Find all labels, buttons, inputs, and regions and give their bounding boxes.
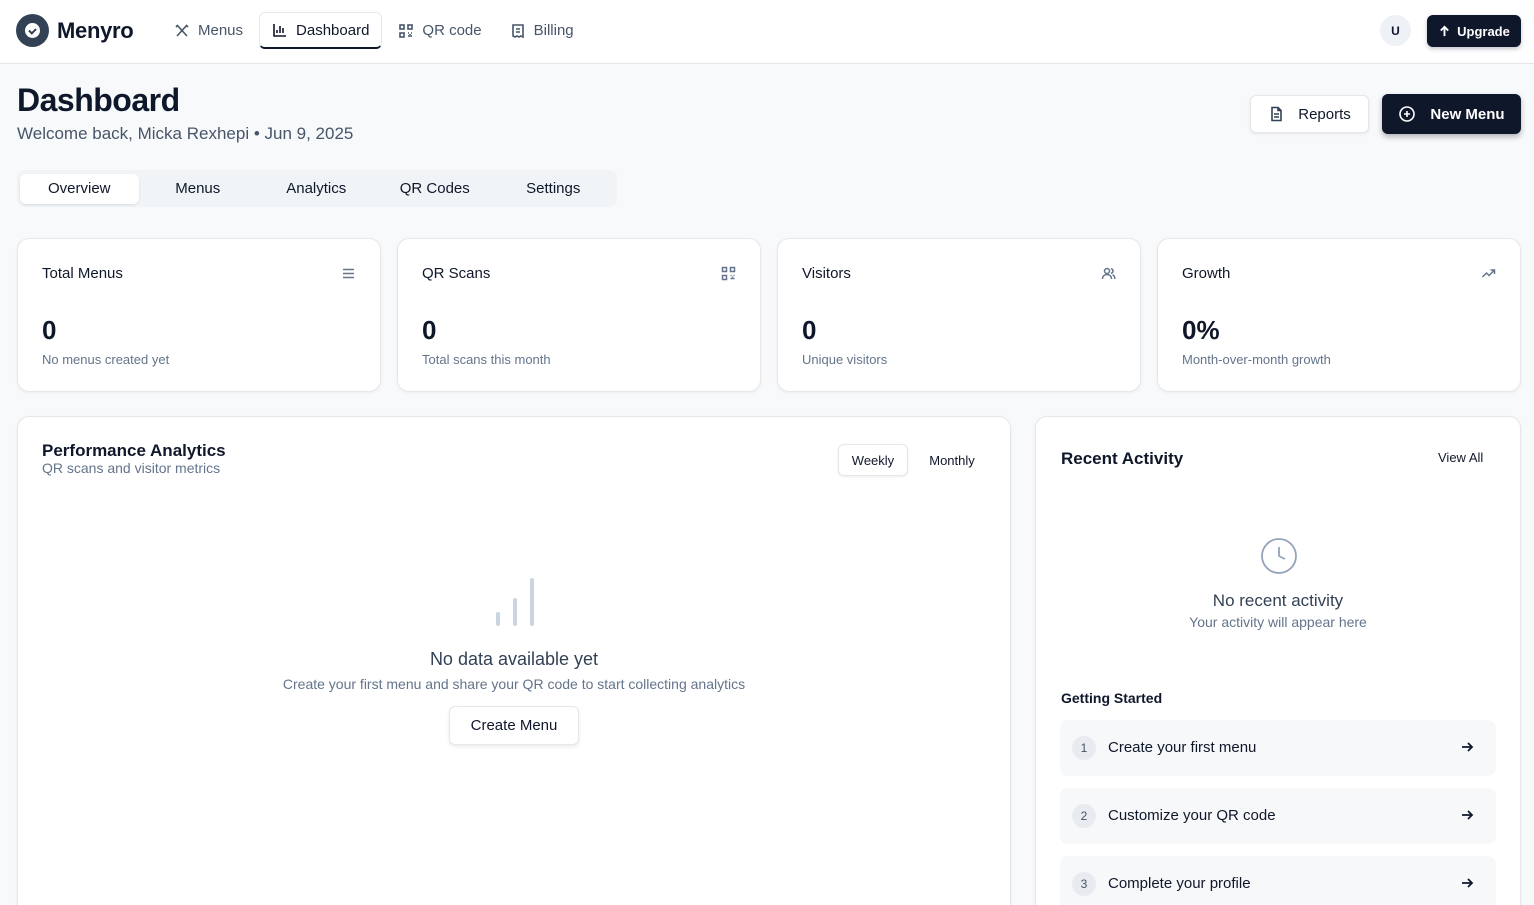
empty-state-title: No recent activity — [1212, 591, 1344, 610]
file-text-icon — [1271, 106, 1283, 122]
nav-item-menus[interactable]: Menus — [162, 12, 255, 49]
main-nav: Menus Dashboard QR code Billing — [162, 12, 586, 49]
qr-code-icon — [721, 266, 736, 281]
step-number: 2 — [1072, 804, 1096, 828]
reports-label: Reports — [1298, 105, 1351, 123]
tab-overview[interactable]: Overview — [20, 173, 139, 204]
panel-title: Performance Analytics — [42, 441, 226, 460]
tab-settings[interactable]: Settings — [494, 174, 613, 204]
nav-item-qr-code[interactable]: QR code — [386, 12, 493, 49]
nav-item-label: QR code — [422, 22, 482, 39]
tab-menus[interactable]: Menus — [139, 174, 258, 204]
nav-item-dashboard[interactable]: Dashboard — [259, 12, 383, 49]
arrow-right-icon — [1460, 740, 1474, 754]
getting-started-step[interactable]: 2 Customize your QR code — [1060, 788, 1496, 844]
stat-label: Visitors — [802, 265, 851, 282]
qr-code-icon — [399, 23, 414, 38]
performance-analytics-panel: Performance Analytics QR scans and visit… — [17, 416, 1011, 905]
step-number: 3 — [1072, 872, 1096, 896]
nav-item-label: Dashboard — [296, 21, 370, 39]
trending-up-icon — [1481, 266, 1496, 281]
tab-analytics[interactable]: Analytics — [257, 174, 376, 204]
brand-logo[interactable]: Menyro — [16, 14, 134, 47]
tab-qr-codes[interactable]: QR Codes — [376, 174, 495, 204]
recent-activity-panel: Recent Activity View All No recent activ… — [1035, 416, 1521, 905]
weekly-toggle[interactable]: Weekly — [838, 444, 908, 476]
arrow-right-icon — [1460, 876, 1474, 890]
page-title: Dashboard — [17, 82, 180, 118]
step-number: 1 — [1072, 736, 1096, 760]
stat-value: 0 — [422, 315, 437, 345]
new-menu-button[interactable]: New Menu — [1382, 94, 1521, 134]
panel-title: Recent Activity — [1061, 449, 1184, 468]
page-subtitle: Welcome back, Micka Rexhepi • Jun 9, 202… — [17, 124, 354, 143]
user-avatar[interactable]: U — [1380, 15, 1411, 46]
new-menu-label: New Menu — [1430, 105, 1505, 123]
list-icon — [341, 266, 356, 281]
users-icon — [1101, 266, 1116, 281]
reports-button[interactable]: Reports — [1250, 95, 1369, 133]
empty-state-title: No data available yet — [429, 649, 599, 669]
clock-icon — [1260, 537, 1298, 575]
getting-started-step[interactable]: 3 Complete your profile — [1060, 856, 1496, 905]
utensils-icon — [175, 23, 189, 37]
stat-description: Unique visitors — [802, 352, 888, 367]
bar-chart-icon — [494, 577, 536, 627]
logo-icon — [16, 14, 49, 47]
nav-item-label: Billing — [533, 22, 574, 39]
empty-state-description: Create your first menu and share your QR… — [282, 676, 746, 692]
upgrade-label: Upgrade — [1457, 23, 1510, 39]
stat-description: Total scans this month — [422, 352, 551, 367]
step-label: Complete your profile — [1108, 875, 1251, 892]
top-navbar: Menyro Menus Dashboard QR code Billing U… — [0, 0, 1534, 64]
stat-description: Month-over-month growth — [1182, 352, 1331, 367]
arrow-right-icon — [1460, 808, 1474, 822]
stat-value: 0% — [1182, 315, 1220, 345]
brand-name: Menyro — [57, 17, 134, 43]
stat-card-total-menus: Total Menus 0 No menus created yet — [17, 238, 381, 392]
stat-label: Growth — [1182, 265, 1231, 282]
nav-item-label: Menus — [198, 22, 244, 39]
stat-label: Total Menus — [42, 265, 123, 282]
step-label: Customize your QR code — [1108, 807, 1276, 824]
stat-card-growth: Growth 0% Month-over-month growth — [1157, 238, 1521, 392]
stat-label: QR Scans — [422, 265, 491, 282]
empty-state-description: Your activity will appear here — [1189, 614, 1367, 630]
stat-value: 0 — [802, 315, 817, 345]
upgrade-button[interactable]: Upgrade — [1427, 15, 1521, 47]
receipt-icon — [511, 23, 524, 38]
nav-item-billing[interactable]: Billing — [498, 12, 586, 49]
arrow-up-icon — [1440, 25, 1449, 36]
stat-card-qr-scans: QR Scans 0 Total scans this month — [397, 238, 761, 392]
plus-circle-icon — [1399, 106, 1416, 122]
step-label: Create your first menu — [1108, 739, 1257, 756]
getting-started-title: Getting Started — [1061, 690, 1163, 706]
bar-chart-icon — [273, 24, 287, 37]
dashboard-tabs: Overview Menus Analytics QR Codes Settin… — [17, 170, 617, 207]
monthly-toggle[interactable]: Monthly — [918, 444, 986, 476]
panel-subtitle: QR scans and visitor metrics — [42, 460, 221, 476]
view-all-link[interactable]: View All — [1438, 450, 1483, 465]
create-menu-button[interactable]: Create Menu — [449, 706, 579, 745]
getting-started-step[interactable]: 1 Create your first menu — [1060, 720, 1496, 776]
stat-value: 0 — [42, 315, 57, 345]
stat-card-visitors: Visitors 0 Unique visitors — [777, 238, 1141, 392]
stat-description: No menus created yet — [42, 352, 170, 367]
